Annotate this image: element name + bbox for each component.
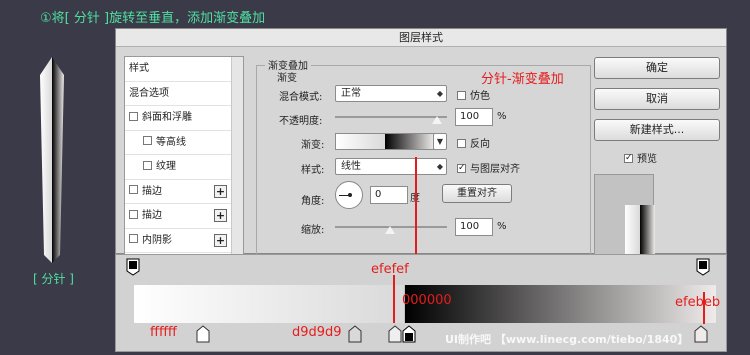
- sub-title: 渐变: [277, 73, 297, 84]
- scale-slider-knob[interactable]: [385, 226, 395, 234]
- scale-input[interactable]: 100: [455, 218, 493, 236]
- color-stop-icon[interactable]: [388, 325, 402, 343]
- blend-mode-select[interactable]: 正常 ◆: [335, 85, 447, 102]
- needle-label: [ 分针 ]: [33, 272, 74, 286]
- style-list-item[interactable]: 描边 +: [125, 204, 243, 229]
- style-list-item[interactable]: 描边 +: [125, 180, 243, 204]
- style-label: 样式:: [301, 165, 325, 176]
- reverse-label: 反向: [470, 139, 490, 150]
- select-arrow-icon: ◆: [436, 162, 443, 171]
- caption: ①将[ 分针 ]旋转至垂直，添加渐变叠加: [40, 11, 266, 26]
- opacity-label: 不透明度:: [279, 116, 323, 127]
- checkbox[interactable]: [129, 209, 138, 219]
- checkbox[interactable]: [129, 185, 138, 194]
- list-item-label: 斜面和浮雕: [142, 112, 192, 123]
- gradient-dropdown[interactable]: ▼: [433, 133, 447, 150]
- gradient-overlay-group: 渐变叠加 渐变 混合模式: 正常 ◆ 仿色 不透明度: 100 % 渐变: ▼ 反…: [256, 57, 591, 265]
- style-list-item[interactable]: 斜面和浮雕: [125, 106, 243, 131]
- angle-input[interactable]: 0: [370, 186, 408, 204]
- stop-label-efebeb: efebeb: [675, 295, 721, 310]
- list-item-label: 等高线: [156, 136, 186, 148]
- blend-mode-label: 混合模式:: [279, 92, 323, 103]
- dither-option[interactable]: 仿色: [457, 87, 490, 102]
- color-stop-icon[interactable]: [402, 325, 416, 343]
- add-icon[interactable]: +: [214, 233, 227, 247]
- style-list-item[interactable]: 样式: [125, 57, 243, 82]
- style-list-item[interactable]: 等高线: [125, 131, 243, 155]
- checkbox[interactable]: [129, 234, 138, 243]
- stop-label-000000: 000000: [402, 293, 452, 308]
- checkbox[interactable]: [457, 138, 466, 148]
- check-icon[interactable]: ✓: [457, 163, 466, 173]
- align-label: 与图层对齐: [470, 164, 520, 175]
- list-item-label: 描边: [142, 185, 162, 197]
- percent-sign: %: [497, 111, 507, 122]
- checkbox[interactable]: [143, 136, 152, 145]
- checkbox[interactable]: [129, 111, 138, 121]
- color-stop-icon[interactable]: [348, 325, 362, 343]
- opacity-slider[interactable]: [335, 116, 447, 118]
- list-item-label: 混合选项: [129, 87, 169, 99]
- minute-hand-preview: [30, 55, 74, 265]
- preview-label: 预览: [637, 154, 657, 165]
- scrollbar[interactable]: [231, 57, 243, 255]
- dither-label: 仿色: [470, 91, 490, 102]
- style-preview: [594, 174, 655, 256]
- style-list-item[interactable]: 内阴影 +: [125, 229, 243, 253]
- opacity-stop-icon[interactable]: [126, 258, 140, 276]
- style-list-item[interactable]: 纹理: [125, 155, 243, 180]
- style-select[interactable]: 线性 ◆: [335, 158, 447, 175]
- preview-option[interactable]: ✓ 预览: [624, 150, 657, 165]
- gradient-label: 渐变:: [301, 140, 325, 151]
- layer-style-dialog: 图层样式 样式 混合选项 斜面和浮雕 等高线 纹理 描边 + 描边 + 内阴影 + 渐…: [115, 28, 727, 265]
- checkbox[interactable]: [457, 90, 466, 100]
- list-item-label: 内阴影: [142, 234, 172, 246]
- watermark: UI制作吧 【www.linecg.com/tiebo/1840】: [445, 333, 689, 346]
- select-arrow-icon: ◆: [436, 89, 443, 98]
- stop-label-ffffff: ffffff: [150, 325, 177, 340]
- dialog-title: 图层样式: [116, 29, 726, 47]
- color-stop-icon[interactable]: [196, 325, 210, 343]
- check-icon[interactable]: ✓: [624, 153, 633, 163]
- list-item-label: 样式: [129, 63, 149, 74]
- color-stop-icon[interactable]: [694, 325, 708, 343]
- stop-label-d9d9d9: d9d9d9: [292, 325, 342, 340]
- list-item-label: 描边: [142, 210, 162, 221]
- annotation-label: 分针-渐变叠加: [481, 72, 564, 87]
- chevron-down-icon: ▼: [436, 137, 443, 146]
- gradient-swatch[interactable]: [335, 133, 435, 150]
- align-option[interactable]: ✓ 与图层对齐: [457, 160, 520, 175]
- angle-dial[interactable]: [335, 181, 363, 209]
- blend-mode-value: 正常: [341, 88, 361, 99]
- angle-label: 角度:: [301, 196, 325, 207]
- opacity-stop-icon[interactable]: [696, 258, 710, 276]
- add-icon[interactable]: +: [214, 184, 227, 198]
- list-item-label: 纹理: [156, 161, 176, 172]
- stop-label-efefef: efefef: [371, 262, 409, 277]
- annotation-arrow-line: [393, 275, 395, 323]
- percent-sign: %: [497, 221, 507, 232]
- opacity-slider-knob[interactable]: [432, 116, 442, 124]
- add-icon[interactable]: +: [214, 209, 227, 222]
- reset-align-button[interactable]: 重置对齐: [442, 184, 512, 203]
- style-list: 样式 混合选项 斜面和浮雕 等高线 纹理 描边 + 描边 + 内阴影 +: [124, 56, 244, 256]
- new-style-button[interactable]: 新建样式...: [594, 119, 720, 141]
- cancel-button[interactable]: 取消: [594, 88, 720, 110]
- scale-label: 缩放:: [301, 225, 325, 236]
- ok-button[interactable]: 确定: [594, 57, 720, 79]
- opacity-input[interactable]: 100: [455, 108, 493, 126]
- checkbox[interactable]: [143, 160, 152, 170]
- preview-swatch: [625, 205, 655, 255]
- reverse-option[interactable]: 反向: [457, 135, 490, 150]
- style-list-item[interactable]: 混合选项: [125, 82, 243, 106]
- style-value: 线性: [341, 161, 361, 172]
